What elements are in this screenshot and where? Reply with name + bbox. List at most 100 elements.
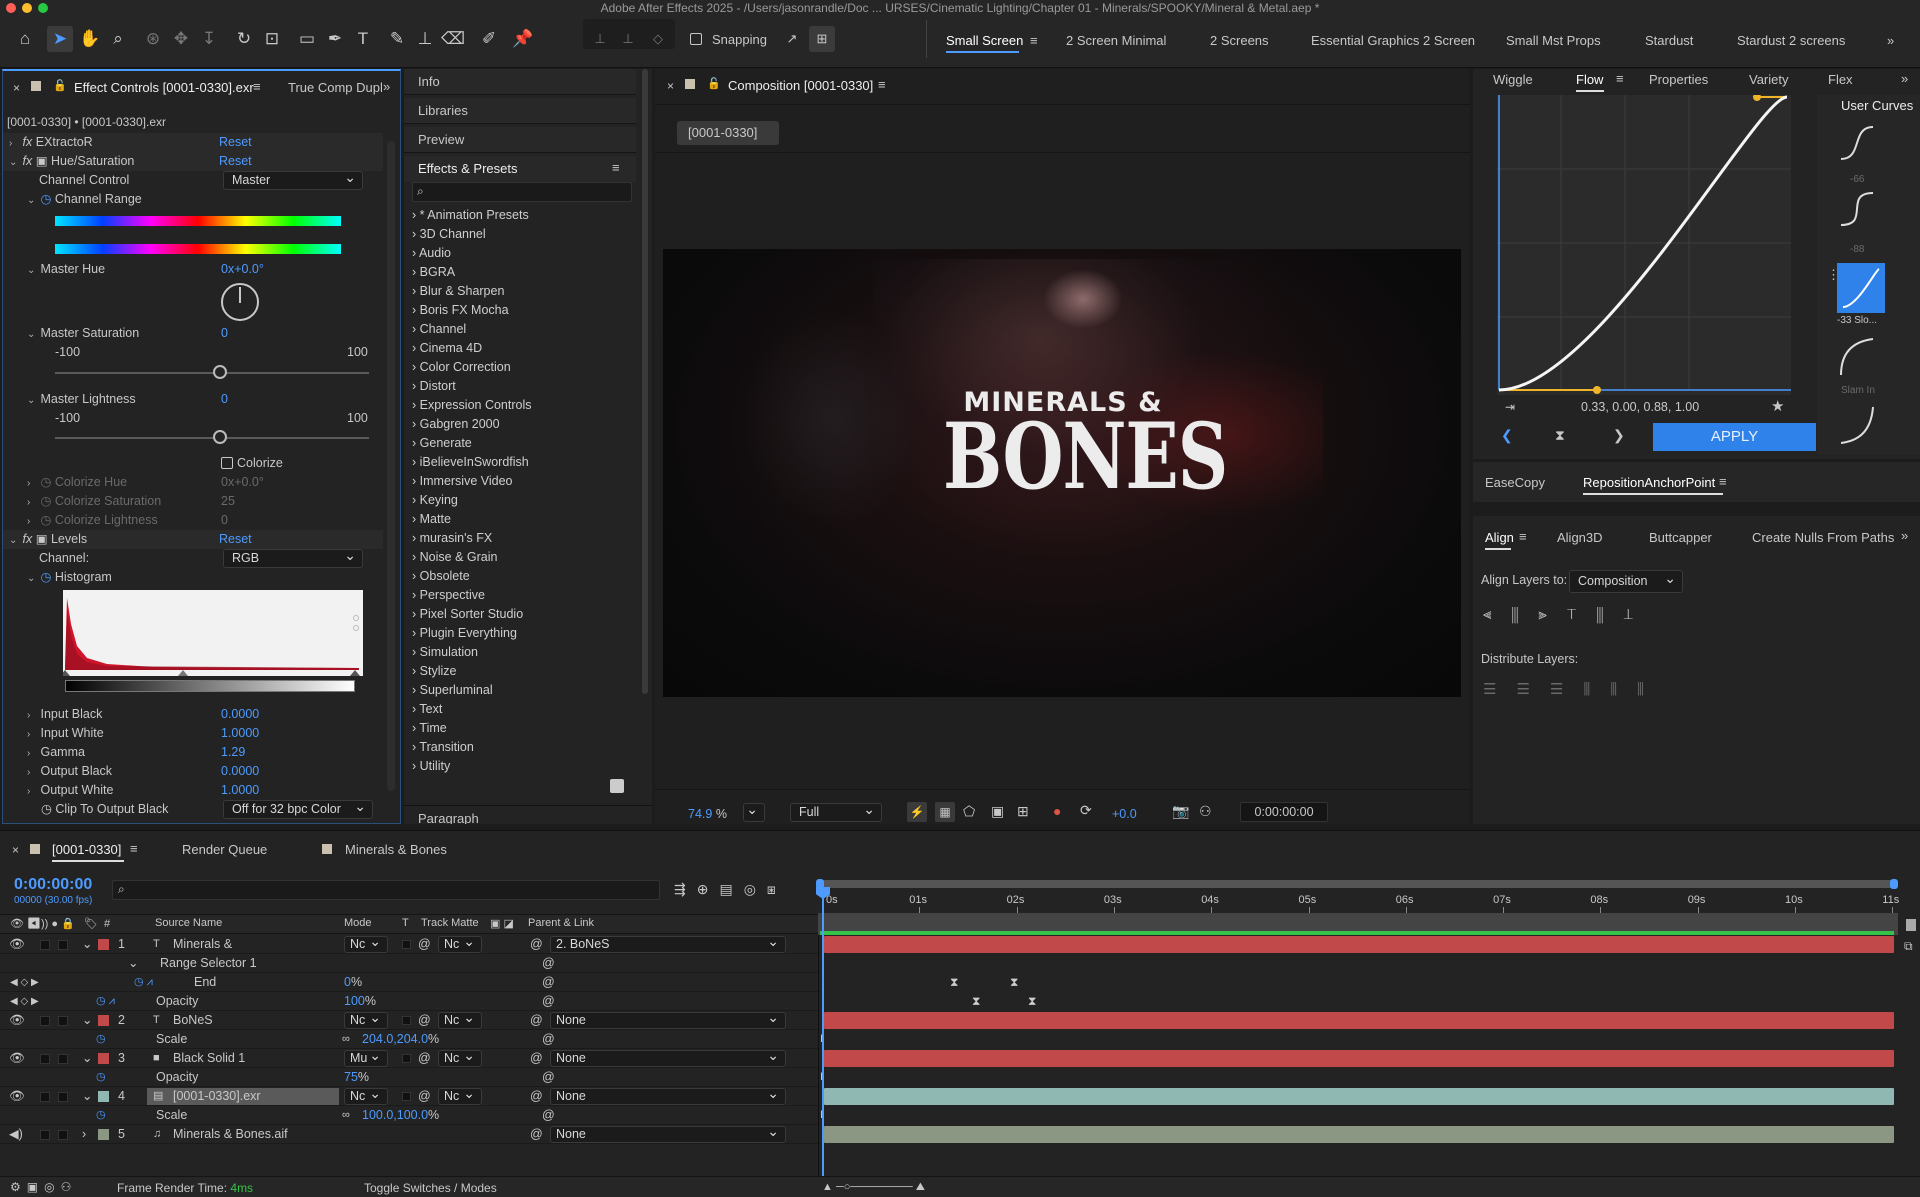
view-axis-icon[interactable]: ◇ [645, 26, 671, 52]
show-snapshot-icon[interactable]: ⚇ [1199, 803, 1212, 820]
stopwatch-icon[interactable]: ◷ [96, 1068, 106, 1087]
info-panel-tab[interactable]: Info [418, 74, 440, 89]
orbit-camera-icon[interactable]: ⊛ [140, 26, 166, 52]
effects-category-item[interactable]: › Generate [412, 434, 472, 453]
channel-range-row[interactable]: ⌄ ◷ Channel Range [27, 190, 142, 209]
effects-category-item[interactable]: › iBelieveInSwordfish [412, 453, 529, 472]
layer-duration-bar[interactable] [824, 1088, 1894, 1105]
extractor-reset-link[interactable]: Reset [219, 133, 252, 152]
effect-extractor[interactable]: › fx EXtractoR [9, 133, 93, 152]
curve-preset-slam-in[interactable] [1837, 335, 1877, 379]
output-black-value[interactable]: 0.0000 [221, 762, 259, 781]
type-tool-icon[interactable]: T [350, 26, 376, 52]
exposure-value[interactable]: +0.0 [1112, 807, 1137, 821]
master-sat-value[interactable]: 0 [221, 324, 228, 343]
comp-marker-icon[interactable]: ⧉ [1904, 939, 1913, 954]
visibility-eye-icon[interactable]: 👁 [9, 1011, 25, 1030]
timeline-divider[interactable] [818, 914, 819, 1176]
chevron-down-icon[interactable]: ⌄ [82, 1049, 92, 1068]
ease-in-icon[interactable]: ❮ [1501, 427, 1513, 444]
master-hue-value[interactable]: 0x+0.0° [221, 260, 264, 279]
opacity-property-row[interactable]: ◷ Opacity 75% @ [0, 1068, 820, 1087]
flow-tab-overflow-icon[interactable]: » [1901, 71, 1908, 86]
lock-toggle[interactable] [58, 1092, 68, 1102]
effects-category-item[interactable]: › Utility [412, 757, 450, 776]
bezier-values-readout[interactable]: 0.33, 0.00, 0.88, 1.00 [1581, 400, 1699, 414]
property-value[interactable]: 100.0,100.0% [362, 1106, 439, 1125]
snap-options-icon[interactable]: ↗ [779, 26, 805, 52]
tab-align[interactable]: Align [1485, 530, 1514, 545]
effects-category-item[interactable]: › Immersive Video [412, 472, 513, 491]
keyframe-navigator[interactable]: ◀ ◇ ▶ [10, 992, 39, 1011]
preserve-transparency-toggle[interactable] [402, 1054, 411, 1063]
parent-pickwhip-icon[interactable]: @ [530, 1125, 543, 1144]
t-header[interactable]: T [402, 917, 409, 929]
color-management-icon[interactable]: ⟳ [1080, 802, 1092, 819]
transparency-grid-icon[interactable]: ▦ [935, 802, 955, 822]
effects-category-item[interactable]: › Pixel Sorter Studio [412, 605, 523, 624]
parent-dropdown[interactable]: None [550, 1010, 786, 1029]
master-light-slider-knob[interactable] [213, 430, 227, 444]
effects-category-item[interactable]: › Perspective [412, 586, 485, 605]
source-name-header[interactable]: Source Name [155, 917, 222, 929]
align-to-dropdown[interactable]: Composition [1569, 568, 1683, 593]
layer-label-color[interactable] [98, 939, 109, 950]
scale-property-row[interactable]: ◷ Scale ∞ 100.0,100.0% @ [0, 1106, 820, 1125]
input-black-value[interactable]: 0.0000 [221, 705, 259, 724]
preserve-transparency-toggle[interactable] [402, 1092, 411, 1101]
workspace-menu-icon[interactable]: ≡ [1030, 33, 1038, 48]
chevron-right-icon[interactable]: › [82, 1125, 86, 1144]
colorize-sat-row[interactable]: › ◷ Colorize Saturation [27, 492, 161, 511]
puppet-pin-tool-icon[interactable]: 📌 [510, 26, 536, 52]
home-icon[interactable]: ⌂ [12, 26, 38, 52]
curve-preset-33-slo-selected[interactable] [1837, 263, 1885, 313]
selection-tool-icon[interactable]: ➤ [47, 26, 73, 52]
visibility-eye-icon[interactable]: 👁 [9, 1087, 25, 1106]
track-matte-pickwhip-icon[interactable]: @ [418, 1049, 431, 1068]
resolution-dropdown[interactable]: Full [790, 801, 882, 822]
effects-category-item[interactable]: › Text [412, 700, 442, 719]
curve-options-kebab-icon[interactable]: ⋮ [1827, 267, 1840, 283]
stopwatch-icon[interactable]: ◷ ⩘ [96, 992, 115, 1011]
composition-canvas[interactable]: MINERALS & BONES [663, 249, 1461, 697]
layer-label-color[interactable] [98, 1129, 109, 1140]
timeline-comp-tab[interactable]: [0001-0330] [52, 842, 121, 857]
mask-visibility-icon[interactable]: ⬠ [963, 803, 975, 820]
true-comp-tab[interactable]: True Comp Dupl [288, 80, 383, 95]
mode-header[interactable]: Mode [344, 917, 372, 929]
master-sat-slider-knob[interactable] [213, 365, 227, 379]
layer-duration-bar[interactable] [824, 936, 1894, 953]
blend-mode-dropdown[interactable]: Nc [344, 1010, 388, 1029]
audio-toggle-icon[interactable]: ◀) [9, 1125, 23, 1144]
effects-category-item[interactable]: › murasin's FX [412, 529, 492, 548]
layer-row[interactable]: 👁 ⌄ 1 T Minerals & Nc @ Nc @2. BoNeS [0, 934, 820, 954]
gamma-row[interactable]: › Gamma [27, 743, 85, 762]
distribute-buttons-row[interactable]: ☰☰☰⫼⫼⫼ [1483, 680, 1664, 698]
expression-pickwhip-icon[interactable]: @ [542, 973, 555, 992]
keyframe-icon[interactable]: ⧗ [972, 994, 980, 1009]
keyframe-icon[interactable]: ⧗ [1010, 975, 1018, 990]
effects-category-item[interactable]: › Obsolete [412, 567, 470, 586]
constrain-proportions-icon[interactable]: ∞ [342, 1030, 350, 1049]
tab-variety[interactable]: Variety [1749, 72, 1789, 87]
input-white-row[interactable]: › Input White [27, 724, 104, 743]
effects-category-item[interactable]: › BGRA [412, 263, 455, 282]
effects-category-item[interactable]: › * Animation Presets [412, 206, 529, 225]
region-of-interest-icon[interactable]: ▣ [991, 803, 1004, 820]
blend-mode-dropdown[interactable]: Mu [344, 1048, 388, 1067]
timeline-switches-icons[interactable]: ⇶⊕▤◎⧆ [674, 881, 787, 898]
tab-properties[interactable]: Properties [1649, 72, 1708, 87]
workspace-small-mst-props[interactable]: Small Mst Props [1506, 33, 1601, 48]
zoom-tool-icon[interactable]: ⌕ [105, 26, 131, 52]
tab-wiggle[interactable]: Wiggle [1493, 72, 1533, 87]
expression-pickwhip-icon[interactable]: @ [542, 1030, 555, 1049]
effects-category-item[interactable]: › Superluminal [412, 681, 493, 700]
preserve-transparency-toggle[interactable] [402, 1016, 411, 1025]
opacity-property-row[interactable]: ◀ ◇ ▶ ◷ ⩘ Opacity 100% @ [0, 992, 820, 1011]
property-value[interactable]: 75% [344, 1068, 369, 1087]
track-matte-pickwhip-icon[interactable]: @ [418, 1087, 431, 1106]
parent-dropdown[interactable]: None [550, 1124, 786, 1143]
effects-category-item[interactable]: › Boris FX Mocha [412, 301, 509, 320]
track-matte-dropdown[interactable]: Nc [438, 934, 482, 953]
expression-pickwhip-icon[interactable]: @ [542, 954, 555, 973]
